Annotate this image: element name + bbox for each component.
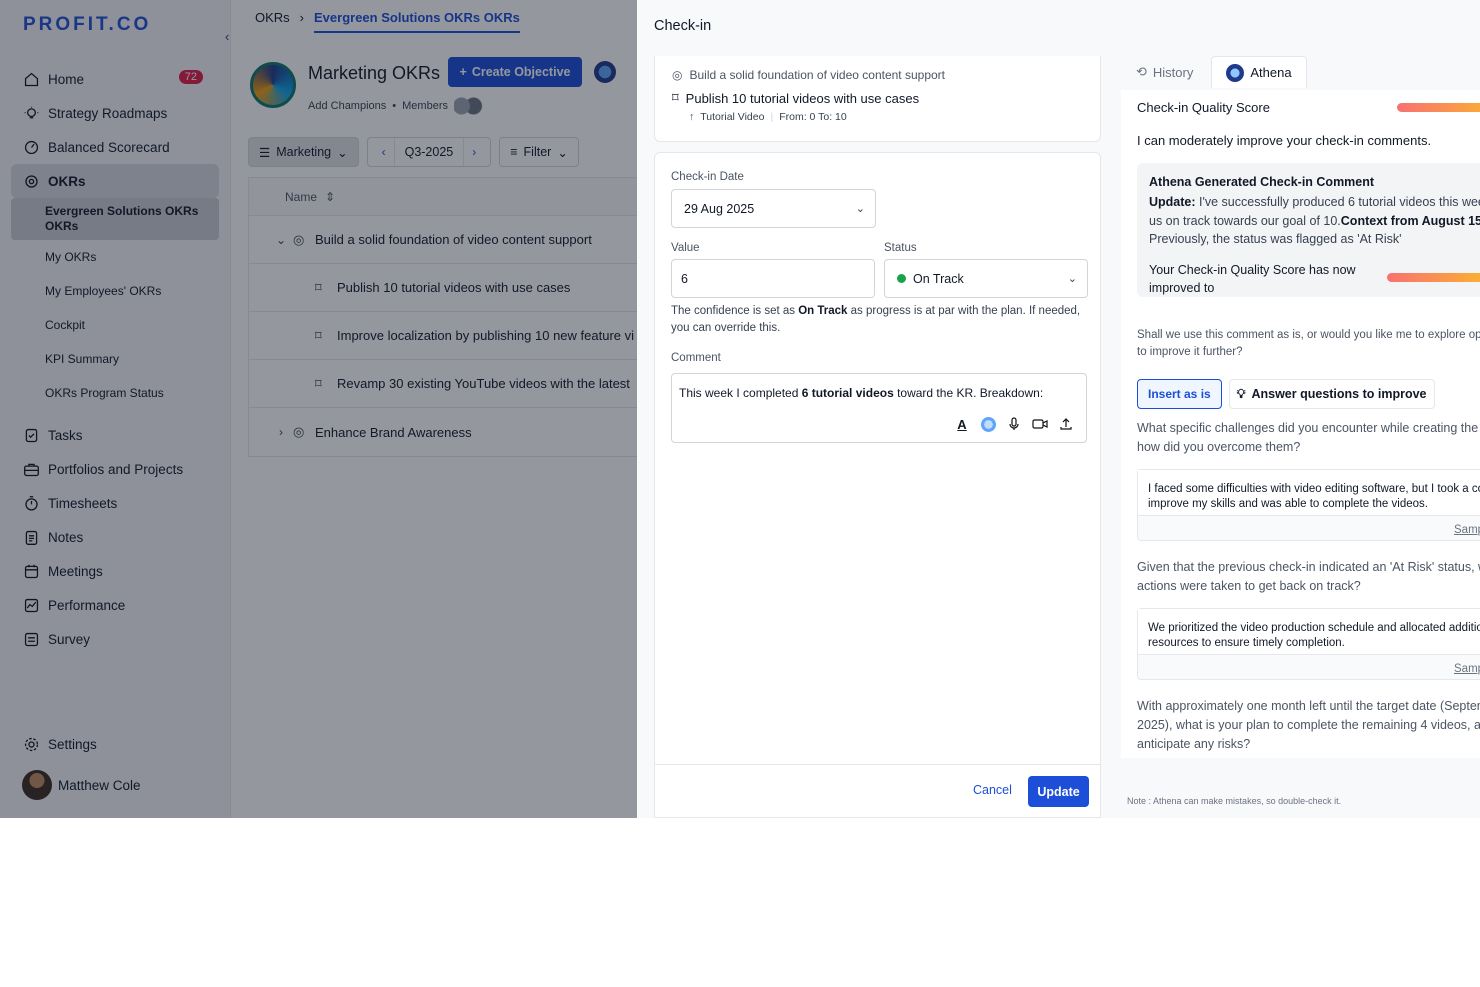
value-input[interactable]: 6 bbox=[671, 259, 875, 298]
answer-1: I faced some difficulties with video edi… bbox=[1137, 469, 1480, 541]
objective-name: Build a solid foundation of video conten… bbox=[689, 68, 945, 82]
kr-name: Publish 10 tutorial videos with use case… bbox=[685, 90, 920, 106]
checkin-date-field[interactable]: 29 Aug 2025 ⌄ bbox=[671, 189, 876, 228]
lightbulb-icon: 💡︎ bbox=[1236, 386, 1246, 401]
checkin-date-value: 29 Aug 2025 bbox=[684, 201, 755, 216]
tag-icon: ⌑ bbox=[672, 90, 679, 105]
checkin-date-label: Check-in Date bbox=[671, 171, 744, 183]
status-dot bbox=[897, 274, 906, 283]
value-label: Value bbox=[671, 242, 700, 254]
quality-score-bar bbox=[1397, 103, 1480, 112]
arrow-up-icon: ↑ bbox=[689, 111, 695, 123]
comment-editor[interactable]: This week I completed 6 tutorial videos … bbox=[671, 373, 1087, 443]
comment-text[interactable]: This week I completed 6 tutorial videos … bbox=[679, 386, 1043, 400]
comment-toolbar: A bbox=[954, 416, 1074, 432]
panel-title: Check-in bbox=[654, 18, 712, 34]
gen-context-text: Previously, the status was flagged as 'A… bbox=[1149, 232, 1402, 246]
gen-context-label: Context from August 15th, 2025: bbox=[1340, 213, 1480, 228]
athena-message: I can moderately improve your check-in c… bbox=[1137, 133, 1432, 148]
text-format-icon[interactable]: A bbox=[954, 416, 970, 432]
tab-history[interactable]: ⟲ History bbox=[1122, 56, 1207, 88]
sample-link-2[interactable]: Sample bbox=[1138, 655, 1480, 679]
answer-2-input[interactable]: We prioritized the video production sche… bbox=[1138, 609, 1480, 655]
comment-bold: 6 tutorial videos bbox=[801, 386, 894, 400]
history-icon: ⟲ bbox=[1136, 64, 1147, 79]
status-dropdown[interactable]: On Track ⌄ bbox=[884, 259, 1088, 298]
metric-line: ↑ Tutorial Video | From: 0 To: 10 bbox=[689, 111, 847, 123]
athena-prompt: Shall we use this comment as is, or woul… bbox=[1137, 329, 1480, 358]
metric-range: From: 0 To: 10 bbox=[779, 111, 847, 123]
value-text: 6 bbox=[681, 271, 688, 286]
chevron-down-icon: ⌄ bbox=[855, 202, 865, 215]
modal-backdrop[interactable] bbox=[0, 0, 637, 818]
generated-comment-box: Athena Generated Check-in Comment Update… bbox=[1137, 163, 1480, 297]
answer-1-input[interactable]: I faced some difficulties with video edi… bbox=[1138, 470, 1480, 516]
kr-line: ⌑ Publish 10 tutorial videos with use ca… bbox=[672, 90, 919, 106]
tab-history-label: History bbox=[1152, 64, 1194, 80]
cancel-button[interactable]: Cancel bbox=[973, 783, 1012, 797]
objective-icon: ◎ bbox=[672, 68, 683, 82]
update-button[interactable]: Update bbox=[1028, 776, 1089, 807]
answer-questions-label: Answer questions to improve bbox=[1251, 387, 1427, 401]
checkin-panel: Check-in ◎ Build a solid foundation of v… bbox=[637, 0, 1480, 818]
app-window: PROFIT.CO ‹ Home 72 Strategy Roadmaps Ba… bbox=[0, 0, 1480, 818]
improved-score-bar bbox=[1387, 273, 1480, 282]
form-footer: Cancel Update bbox=[655, 764, 1100, 818]
athena-icon bbox=[1226, 63, 1245, 82]
microphone-icon[interactable] bbox=[1006, 416, 1022, 432]
status-value: On Track bbox=[913, 271, 964, 286]
video-icon[interactable] bbox=[1032, 416, 1048, 432]
chevron-down-icon: ⌄ bbox=[1067, 272, 1077, 285]
athena-disclaimer: Note : Athena can make mistakes, so doub… bbox=[1127, 796, 1342, 806]
comment-label: Comment bbox=[671, 352, 721, 364]
insert-as-is-button[interactable]: Insert as is bbox=[1137, 379, 1222, 409]
helper-pre: The confidence is set as bbox=[671, 305, 799, 317]
divider: | bbox=[770, 111, 774, 123]
answer-questions-button[interactable]: 💡︎ Answer questions to improve bbox=[1228, 379, 1435, 409]
quality-score-label: Check-in Quality Score bbox=[1137, 100, 1270, 115]
generated-comment-text: Update: I've successfully produced 6 tut… bbox=[1149, 193, 1480, 249]
comment-pre: This week I completed bbox=[679, 386, 802, 400]
status-label: Status bbox=[884, 242, 917, 254]
kr-summary-card: ◎ Build a solid foundation of video cont… bbox=[654, 56, 1101, 142]
assistant-tabs: ⟲ History Athena bbox=[1122, 56, 1307, 88]
objective-line: ◎ Build a solid foundation of video cont… bbox=[672, 68, 945, 82]
answer-2: We prioritized the video production sche… bbox=[1137, 608, 1480, 680]
athena-globe-icon[interactable] bbox=[980, 416, 996, 432]
metric-name: Tutorial Video bbox=[700, 111, 765, 123]
confidence-helper-text: The confidence is set as On Track as pro… bbox=[671, 303, 1086, 337]
upload-icon[interactable] bbox=[1058, 416, 1074, 432]
comment-post: toward the KR. Breakdown: bbox=[893, 386, 1044, 400]
athena-pane: Check-in Quality Score I can moderately … bbox=[1121, 90, 1480, 758]
tab-athena[interactable]: Athena bbox=[1211, 56, 1307, 88]
question-2: Given that the previous check-in indicat… bbox=[1137, 560, 1480, 593]
checkin-form: Check-in Date 29 Aug 2025 ⌄ Value 6 Stat… bbox=[654, 152, 1101, 818]
question-3: With approximately one month left until … bbox=[1137, 699, 1480, 751]
gen-update-label: Update: bbox=[1149, 195, 1196, 209]
generated-comment-title: Athena Generated Check-in Comment bbox=[1149, 175, 1375, 189]
sample-link-1[interactable]: Sample bbox=[1138, 516, 1480, 540]
tab-athena-label: Athena bbox=[1250, 65, 1292, 80]
improved-score-text: Your Check-in Quality Score has now impr… bbox=[1149, 263, 1356, 295]
helper-bold: On Track bbox=[798, 305, 848, 317]
question-1: What specific challenges did you encount… bbox=[1137, 421, 1480, 454]
athena-actions: Insert as is 💡︎ Answer questions to impr… bbox=[1137, 379, 1435, 409]
